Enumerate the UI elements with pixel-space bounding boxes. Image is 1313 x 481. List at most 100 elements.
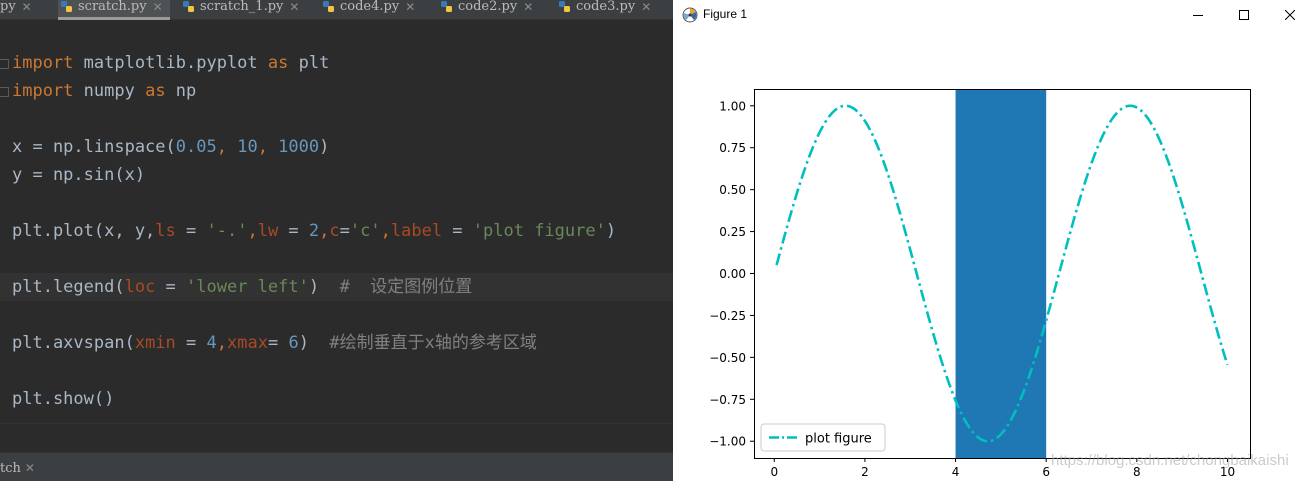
x-tick-label: 0: [770, 465, 778, 479]
code-line-5[interactable]: plt.plot(x, y,ls = '-.',lw = 2,c='c',lab…: [12, 217, 616, 245]
tab-label: py: [0, 0, 16, 14]
code-text: numpy: [73, 81, 146, 101]
tab-scratch-py[interactable]: scratch.py ✕: [58, 0, 170, 20]
screen: py ✕ scratch.py ✕ scratch_1.py ✕ code4.py ✕ …: [0, 0, 1313, 481]
maximize-icon: [1239, 10, 1249, 20]
tab-label: code4.py: [340, 0, 400, 14]
comma: ,: [247, 221, 258, 241]
code-text: plt.show(): [12, 389, 115, 409]
tab-scratch-1-py[interactable]: scratch_1.py ✕: [182, 0, 308, 20]
code-text: =: [175, 333, 207, 353]
keyword: import: [12, 53, 74, 73]
comma: ,: [257, 137, 279, 157]
code-text: x = np.linspace(: [12, 137, 176, 157]
close-icon[interactable]: ✕: [22, 0, 32, 14]
code-text: ): [319, 137, 330, 157]
ide-window: py ✕ scratch.py ✕ scratch_1.py ✕ code4.py ✕ …: [0, 0, 673, 481]
number-literal: 2: [308, 221, 320, 241]
code-line-7[interactable]: plt.axvspan(xmin = 4,xmax= 6) #绘制垂直于x轴的参…: [12, 329, 537, 357]
code-text: ): [298, 333, 330, 353]
window-titlebar[interactable]: Figure 1: [673, 0, 1313, 30]
param-name: xmin: [134, 333, 176, 353]
y-tick-label: −1.00: [709, 435, 746, 449]
comment: #绘制垂直于x轴的参考区域: [329, 333, 537, 353]
code-line-4[interactable]: y = np.sin(x): [12, 161, 145, 189]
keyword: as: [145, 81, 166, 101]
comma: ,: [319, 221, 330, 241]
keyword: as: [267, 53, 289, 73]
fold-marker-icon[interactable]: [0, 59, 9, 69]
tab-py[interactable]: py ✕: [0, 0, 44, 20]
code-text: ): [605, 221, 617, 241]
string-literal: 'lower left': [186, 277, 309, 297]
tab-label: code3.py: [576, 0, 636, 14]
comma: ,: [216, 137, 238, 157]
y-tick-label: 1.00: [719, 99, 746, 113]
tab-label: scratch.py: [78, 0, 147, 14]
code-text: =: [278, 221, 309, 241]
y-tick-label: 0.50: [719, 183, 746, 197]
run-tab-label[interactable]: tch: [0, 461, 21, 476]
legend-label: plot figure: [805, 432, 872, 447]
comma: ,: [216, 333, 227, 353]
close-icon[interactable]: ✕: [641, 0, 651, 14]
code-text: =: [267, 333, 289, 353]
code-text: plt.axvspan(: [12, 333, 135, 353]
y-tick-label: 0.25: [719, 225, 746, 239]
code-line-2[interactable]: import numpy as np: [12, 77, 196, 105]
tab-code2-py[interactable]: code2.py ✕: [440, 0, 544, 20]
number-literal: 4: [206, 333, 217, 353]
string-literal: 'c': [349, 221, 381, 241]
param-name: c: [329, 221, 340, 241]
code-text: plt: [288, 53, 330, 73]
code-line-8[interactable]: plt.show(): [12, 385, 114, 413]
param-name: lw: [257, 221, 279, 241]
code-line-3[interactable]: x = np.linspace(0.05, 10, 1000): [12, 133, 329, 161]
close-icon[interactable]: ✕: [25, 461, 35, 475]
param-name: label: [390, 221, 443, 241]
maximize-button[interactable]: [1221, 0, 1267, 30]
close-icon[interactable]: ✕: [523, 0, 533, 14]
code-text: matplotlib.pyplot: [73, 53, 268, 73]
python-file-icon: [183, 1, 194, 12]
code-line-1[interactable]: import matplotlib.pyplot as plt: [12, 49, 329, 77]
param-name: ls: [155, 221, 176, 241]
window-title: Figure 1: [703, 7, 748, 21]
number-literal: 10: [237, 137, 258, 157]
string-literal: 'plot figure': [472, 221, 606, 241]
watermark: https://blog.csdn.net/chongbaikaishi: [1051, 452, 1289, 469]
close-icon[interactable]: ✕: [405, 0, 415, 14]
code-text: plt.legend(: [12, 277, 125, 297]
python-file-icon: [441, 1, 452, 12]
matplotlib-logo-icon: [682, 7, 698, 23]
number-literal: 6: [288, 333, 299, 353]
x-tick-label: 6: [1042, 465, 1050, 479]
code-text: =: [155, 277, 187, 297]
param-name: xmax: [227, 333, 268, 353]
figure-window: Figure 1 0 2 4 6 8 10 −1.00 −0.75 −0.50 −0.25 0.00…: [673, 0, 1313, 481]
code-text: =: [442, 221, 473, 241]
close-icon[interactable]: ✕: [153, 0, 163, 14]
tab-code3-py[interactable]: code3.py ✕: [558, 0, 670, 20]
number-literal: 1000: [278, 137, 320, 157]
tab-label: scratch_1.py: [200, 0, 284, 14]
code-editor[interactable]: import matplotlib.pyplot as plt import n…: [0, 21, 673, 423]
code-line-6[interactable]: plt.legend(loc = 'lower left') # 设定图例位置: [12, 273, 472, 301]
code-text: ): [308, 277, 340, 297]
y-tick-label: −0.25: [709, 309, 746, 323]
fold-marker-icon[interactable]: [0, 87, 9, 97]
close-button[interactable]: [1267, 0, 1313, 30]
y-tick-label: −0.50: [709, 351, 746, 365]
python-file-icon: [559, 1, 570, 12]
tab-code4-py[interactable]: code4.py ✕: [322, 0, 426, 20]
y-tick-label: 0.75: [719, 141, 746, 155]
figure-canvas[interactable]: 0 2 4 6 8 10−1.00−0.75−0.50−0.250.000.250.500…: [673, 30, 1313, 481]
comment: # 设定图例位置: [339, 277, 473, 297]
python-file-icon: [61, 1, 72, 12]
tab-label: code2.py: [458, 0, 518, 14]
minimize-button[interactable]: [1175, 0, 1221, 30]
param-name: loc: [124, 277, 156, 297]
close-icon[interactable]: ✕: [289, 0, 299, 14]
y-tick-label: −0.75: [709, 393, 746, 407]
code-text: plt.plot(x, y,: [12, 221, 156, 241]
